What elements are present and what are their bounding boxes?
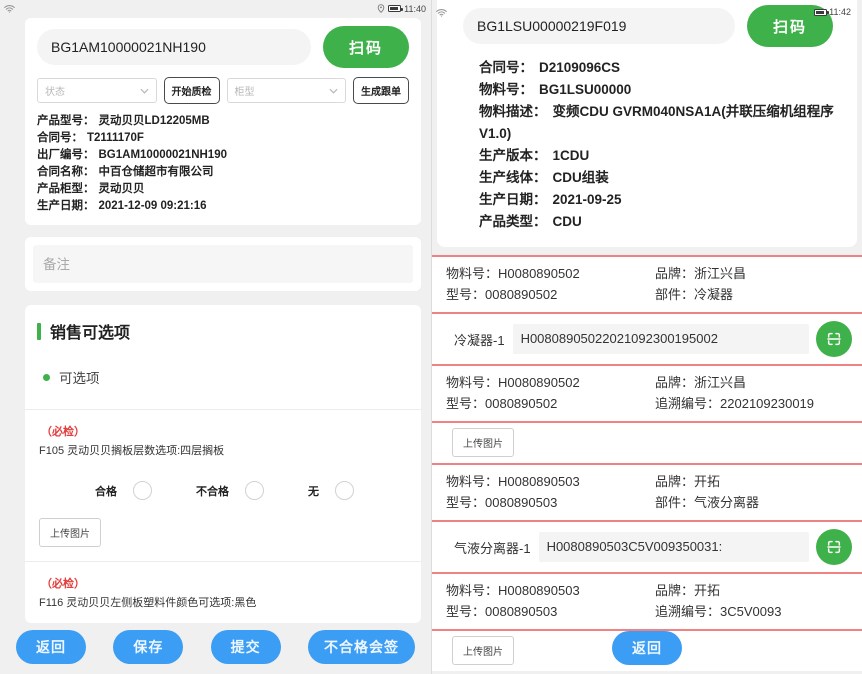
- scan-icon: [826, 331, 842, 347]
- info-row: 物料号：BG1LSU00000: [479, 79, 839, 101]
- required-tag: （必检）: [41, 423, 409, 439]
- upload-image-button[interactable]: 上传图片: [452, 428, 514, 457]
- back-button[interactable]: 返回: [612, 631, 682, 665]
- product-info-list: 产品型号：灵动贝贝LD12205MB 合同号：T2111170F 出厂编号：BG…: [37, 113, 409, 215]
- cabinet-type-select[interactable]: 柜型: [227, 78, 347, 103]
- section-subtitle: 可选项: [43, 367, 409, 387]
- material-header-card: 11:42 BG1LSU00000219F019 扫码 合同号：D2109096…: [437, 0, 857, 247]
- start-inspection-button[interactable]: 开始质检: [164, 77, 220, 104]
- fail-countersign-button[interactable]: 不合格会签: [308, 630, 415, 664]
- barcode-input[interactable]: BG1AM10000021NH190: [37, 29, 311, 65]
- trace-code-input[interactable]: H00808905022021092300195002: [513, 324, 809, 354]
- info-row: 产品型号：灵动贝贝LD12205MB: [37, 113, 409, 130]
- info-row: 生产线体：CDU组装: [479, 167, 839, 189]
- save-button[interactable]: 保存: [113, 630, 183, 664]
- location-icon: [377, 4, 385, 13]
- scan-icon: [826, 539, 842, 555]
- check-item: （必检） F105 灵动贝贝搁板层数选项:四层搁板 合格 不合格 无: [37, 423, 409, 561]
- upload-row: 上传图片: [432, 423, 862, 463]
- wifi-icon: [436, 8, 447, 17]
- barcode-input[interactable]: BG1LSU00000219F019: [463, 8, 735, 44]
- green-dot-icon: [43, 374, 50, 381]
- chevron-down-icon: [329, 88, 338, 94]
- info-row: 生产日期：2021-09-25: [479, 189, 839, 211]
- back-button[interactable]: 返回: [16, 630, 86, 664]
- status-time: 11:40: [404, 4, 426, 14]
- info-row: 产品类型：CDU: [479, 211, 839, 233]
- status-bar-left: 11:40: [0, 0, 431, 16]
- part-info-block: 物料号：H0080890503品牌：开拓 型号：0080890503部件：气液分…: [432, 465, 862, 520]
- check-item: （必检） F116 灵动贝贝左侧板塑料件颜色可选项:黑色: [37, 575, 409, 611]
- wifi-icon: [4, 4, 15, 13]
- radio-option-fail: 不合格: [196, 481, 264, 500]
- footer-actions: 返回 保存 提交 不合格会签: [0, 630, 431, 664]
- battery-icon: [814, 9, 827, 16]
- scan-code-button[interactable]: [816, 321, 852, 357]
- product-header-card: BG1AM10000021NH190 扫码 状态 开始质检 柜型 生成跟单 产品…: [25, 18, 421, 225]
- component-trace-list: 物料号：H0080890502品牌：浙江兴昌 型号：0080890502部件：冷…: [432, 255, 862, 671]
- check-item-text: F116 灵动贝贝左侧板塑料件颜色可选项:黑色: [39, 596, 409, 611]
- material-info-list: 合同号：D2109096CS 物料号：BG1LSU00000 物料描述：变频CD…: [479, 57, 839, 233]
- remark-textarea[interactable]: 备注: [33, 245, 413, 283]
- radio-row: 合格 不合格 无: [95, 481, 409, 500]
- generate-order-button[interactable]: 生成跟单: [353, 77, 409, 104]
- info-row: 生产版本：1CDU: [479, 145, 839, 167]
- submit-button[interactable]: 提交: [211, 630, 281, 664]
- radio-option-none: 无: [308, 481, 354, 500]
- accent-bar: [37, 323, 41, 340]
- inspection-panel: 11:40 BG1AM10000021NH190 扫码 状态 开始质检 柜型 生…: [0, 0, 431, 674]
- scan-code-button[interactable]: [816, 529, 852, 565]
- required-tag: （必检）: [41, 575, 409, 591]
- info-row: 物料描述：变频CDU GVRM040NSA1A(并联压缩机组程序 V1.0): [479, 101, 839, 145]
- part-info-block: 物料号：H0080890502品牌：浙江兴昌 型号：0080890502部件：冷…: [432, 257, 862, 312]
- status-time: 11:42: [829, 7, 851, 17]
- trace-info-block: 物料号：H0080890502品牌：浙江兴昌 型号：0080890502追溯编号…: [432, 366, 862, 421]
- traceability-panel: 11:42 BG1LSU00000219F019 扫码 合同号：D2109096…: [431, 0, 862, 674]
- scan-button[interactable]: 扫码: [323, 26, 409, 68]
- radio-fail[interactable]: [245, 481, 264, 500]
- component-scan-row: 冷凝器-1 H00808905022021092300195002: [432, 314, 862, 364]
- check-item-text: F105 灵动贝贝搁板层数选项:四层搁板: [39, 444, 409, 459]
- dual-screen-app: 11:40 BG1AM10000021NH190 扫码 状态 开始质检 柜型 生…: [0, 0, 862, 674]
- section-title: 销售可选项: [37, 319, 409, 343]
- sales-options-card: 销售可选项 可选项 （必检） F105 灵动贝贝搁板层数选项:四层搁板 合格 不…: [25, 305, 421, 623]
- divider: [25, 409, 421, 410]
- radio-option-pass: 合格: [95, 481, 152, 500]
- radio-pass[interactable]: [133, 481, 152, 500]
- trace-code-input[interactable]: H0080890503C5V009350031:: [539, 532, 809, 562]
- trace-info-block: 物料号：H0080890503品牌：开拓 型号：0080890503追溯编号：3…: [432, 574, 862, 629]
- divider: [25, 561, 421, 562]
- info-row: 产品柜型：灵动贝贝: [37, 181, 409, 198]
- status-bar-right: 11:42: [814, 7, 851, 17]
- chevron-down-icon: [140, 88, 149, 94]
- battery-icon: [388, 5, 401, 12]
- component-scan-row: 气液分离器-1 H0080890503C5V009350031:: [432, 522, 862, 572]
- info-row: 出厂编号：BG1AM10000021NH190: [37, 147, 409, 164]
- status-select[interactable]: 状态: [37, 78, 157, 103]
- info-row: 合同号：D2109096CS: [479, 57, 839, 79]
- footer-actions: 返回: [432, 631, 862, 665]
- upload-image-button[interactable]: 上传图片: [39, 518, 101, 547]
- info-row: 生产日期：2021-12-09 09:21:16: [37, 198, 409, 215]
- info-row: 合同号：T2111170F: [37, 130, 409, 147]
- remark-card: 备注: [25, 237, 421, 291]
- radio-none[interactable]: [335, 481, 354, 500]
- info-row: 合同名称：中百仓储超市有限公司: [37, 164, 409, 181]
